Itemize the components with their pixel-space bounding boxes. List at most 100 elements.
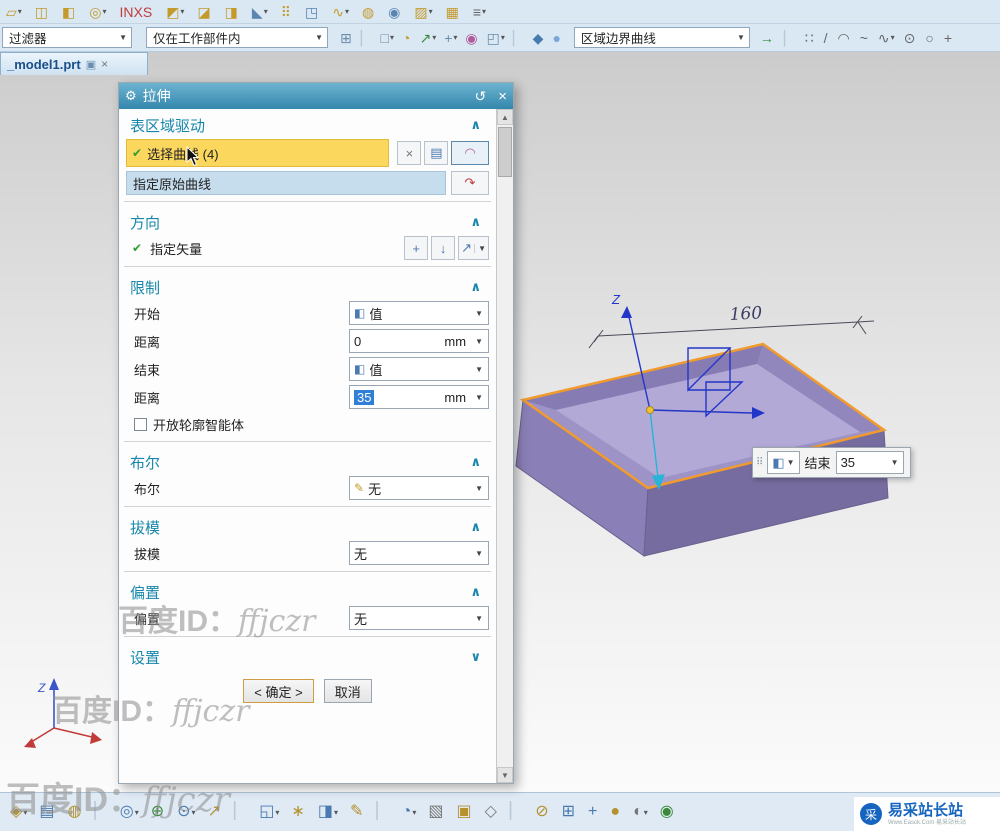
- point-plus-icon[interactable]: +: [944, 31, 953, 45]
- origin-curve-icon[interactable]: ↷: [451, 171, 489, 195]
- polyline-tool-icon[interactable]: ~: [860, 31, 869, 45]
- refresh-view-icon[interactable]: ◈ ▾: [10, 804, 27, 820]
- inxs-icon[interactable]: INXS: [120, 5, 154, 19]
- lasso-select-icon[interactable]: ◠: [451, 141, 489, 165]
- close-icon[interactable]: ×: [498, 88, 507, 105]
- value-mode-dropdown[interactable]: ◧ ▼: [767, 451, 800, 474]
- curve-list-icon[interactable]: ▤: [424, 141, 449, 165]
- inferred-vector-icon[interactable]: +: [404, 236, 429, 260]
- measure-distance-icon[interactable]: ◱ ▾: [259, 804, 279, 820]
- help-icon[interactable]: ◉: [660, 804, 675, 820]
- origin-point[interactable]: [646, 406, 654, 414]
- rib-icon[interactable]: ▦: [446, 5, 460, 19]
- open-profile-checkbox[interactable]: [134, 417, 147, 431]
- collapse-icon[interactable]: ∧: [470, 117, 481, 133]
- extrude-icon[interactable]: ◧: [62, 5, 76, 19]
- start-distance-input[interactable]: 0 mm ▼: [349, 329, 489, 353]
- section-settings[interactable]: 设置 ∨: [124, 643, 491, 671]
- collapse-icon[interactable]: ∧: [470, 454, 481, 470]
- mirror-feature-icon[interactable]: ◳: [305, 5, 319, 19]
- fit-view-icon[interactable]: ⊕: [151, 804, 165, 820]
- section-region[interactable]: 表区域驱动 ∧: [124, 111, 491, 139]
- section-draft[interactable]: 拔模 ∧: [124, 513, 491, 541]
- material-icon[interactable]: ●: [610, 804, 621, 820]
- shaded-cube-icon[interactable]: ◆: [533, 31, 545, 45]
- pattern-feature-icon[interactable]: ⠿: [281, 5, 292, 19]
- dialog-header[interactable]: ⚙ 拉伸 ↺ ×: [119, 83, 513, 109]
- offset-dropdown[interactable]: 无 ▼: [349, 606, 489, 630]
- point-on-curve-icon[interactable]: ◉: [465, 31, 478, 45]
- separator[interactable]: ▏: [784, 31, 796, 45]
- wcs-icon[interactable]: +: [588, 804, 598, 820]
- section-boolean[interactable]: 布尔 ∧: [124, 448, 491, 476]
- sketch-icon[interactable]: ▱ ▾: [6, 5, 22, 19]
- selection-scope-dropdown[interactable]: 仅在工作部件内 ▼: [146, 27, 328, 48]
- end-distance-onscreen-input[interactable]: 35 ▼: [835, 451, 904, 474]
- curve-rule-dropdown[interactable]: 区域边界曲线 ▼: [573, 27, 750, 48]
- spline-tool-icon[interactable]: ∿ ▾: [878, 31, 895, 45]
- scroll-down-icon[interactable]: ▼: [497, 767, 513, 783]
- tube-icon[interactable]: ◍: [362, 5, 375, 19]
- dialog-options-icon[interactable]: ⚙: [125, 88, 137, 104]
- separator[interactable]: ▏: [510, 804, 523, 820]
- chevron-down-icon[interactable]: ▼: [117, 31, 129, 44]
- pan-icon[interactable]: ↗: [208, 804, 222, 820]
- reset-icon[interactable]: ↺: [475, 88, 487, 105]
- layer-settings-icon[interactable]: ▤: [39, 804, 55, 820]
- chevron-down-icon[interactable]: ▼: [313, 31, 325, 44]
- line-tool-icon[interactable]: /: [824, 31, 829, 45]
- edge-blend-icon[interactable]: ◪: [197, 5, 211, 19]
- edit-display-icon[interactable]: ✎: [350, 804, 364, 820]
- analysis-icon[interactable]: ∗: [291, 804, 305, 820]
- end-distance-input[interactable]: 35 mm ▼: [349, 385, 489, 409]
- ok-button[interactable]: < 确定 >: [243, 679, 314, 703]
- expand-icon[interactable]: ∨: [470, 649, 481, 665]
- snap-grid-icon[interactable]: ⊞: [340, 31, 353, 45]
- scroll-up-icon[interactable]: ▲: [497, 109, 513, 125]
- cancel-button[interactable]: 取消: [323, 679, 372, 703]
- tab-close-icon[interactable]: ×: [101, 57, 108, 71]
- iso-view-icon[interactable]: ◇: [485, 804, 498, 820]
- section-limits[interactable]: 限制 ∧: [124, 273, 491, 301]
- draft-dropdown[interactable]: 无 ▼: [349, 541, 489, 565]
- snap-point-icon[interactable]: + ▾: [444, 31, 457, 45]
- circle-tool-icon[interactable]: ○: [925, 31, 934, 45]
- wireframe-icon[interactable]: ▧: [428, 804, 444, 820]
- arc-tool-icon[interactable]: ◠: [838, 31, 851, 45]
- collapse-icon[interactable]: ∧: [470, 214, 481, 230]
- sphere-display-icon[interactable]: ●: [552, 31, 561, 45]
- circle-center-icon[interactable]: ⊙: [904, 31, 917, 45]
- unite-icon[interactable]: ◩ ▾: [166, 5, 184, 19]
- collapse-icon[interactable]: ∧: [470, 584, 481, 600]
- shaded-icon[interactable]: ▣: [456, 804, 472, 820]
- reverse-direction-icon[interactable]: ↓: [431, 236, 456, 260]
- section-view-icon[interactable]: ◨ ▾: [318, 804, 338, 820]
- separator[interactable]: ▏: [94, 804, 107, 820]
- boss-icon[interactable]: ▨ ▾: [414, 5, 432, 19]
- section-direction[interactable]: 方向 ∧: [124, 208, 491, 236]
- top-selection-icon[interactable]: ↗ ▾: [419, 31, 436, 45]
- separator[interactable]: ▏: [376, 804, 389, 820]
- select-curve-field[interactable]: ✔ 选择曲线 (4): [126, 139, 390, 167]
- point-dots-icon[interactable]: ∷: [805, 31, 815, 45]
- chevron-down-icon[interactable]: ▼: [735, 31, 747, 44]
- rect-select-icon[interactable]: ◰ ▾: [487, 31, 505, 45]
- highlight-icon[interactable]: ◔: [402, 31, 411, 45]
- render-style-icon[interactable]: ◍: [67, 804, 82, 820]
- separator[interactable]: ▏: [234, 804, 247, 820]
- datum-plane-icon[interactable]: ◫: [35, 5, 49, 19]
- collapse-icon[interactable]: ∧: [470, 279, 481, 295]
- hole-icon[interactable]: ◉: [388, 5, 401, 19]
- start-mode-dropdown[interactable]: ◧ 值 ▼: [349, 301, 489, 325]
- end-mode-dropdown[interactable]: ◧ 值 ▼: [349, 357, 489, 381]
- chamfer-icon[interactable]: ◣ ▾: [252, 5, 268, 19]
- select-scope-icon[interactable]: □ ▾: [381, 31, 394, 45]
- zoom-icon[interactable]: ⊙ ▾: [177, 804, 195, 820]
- apply-rule-icon[interactable]: →: [760, 31, 775, 45]
- vector-dropdown[interactable]: ↗ ▼: [458, 236, 489, 260]
- drag-handle-icon[interactable]: ⠿: [756, 457, 763, 468]
- show-hide-icon[interactable]: ◔ ▾: [402, 804, 417, 820]
- separator[interactable]: ▏: [361, 31, 373, 45]
- dimension-value[interactable]: 160: [729, 303, 763, 325]
- sweep-icon[interactable]: ∿ ▾: [332, 5, 349, 19]
